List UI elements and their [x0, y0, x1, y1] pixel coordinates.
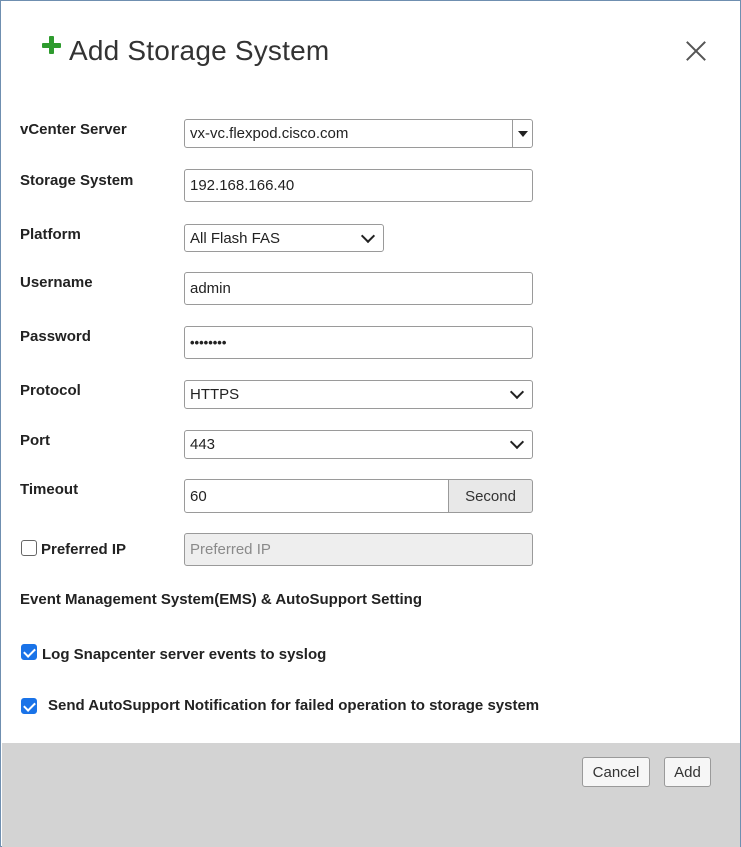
cancel-button[interactable]: Cancel: [582, 757, 650, 787]
password-value: ••••••••: [190, 335, 227, 350]
preferred-ip-checkbox[interactable]: [21, 540, 37, 556]
dialog-title: Add Storage System: [69, 35, 330, 66]
preferred-ip-input[interactable]: Preferred IP: [184, 533, 533, 566]
port-label: Port: [20, 432, 50, 449]
vcenter-server-select[interactable]: vx-vc.flexpod.cisco.com: [184, 119, 533, 148]
timeout-unit-addon: Second: [448, 479, 533, 513]
password-input[interactable]: ••••••••: [184, 326, 533, 359]
log-syslog-checkbox[interactable]: [21, 644, 37, 660]
chevron-down-icon: [509, 384, 525, 400]
storage-system-input[interactable]: 192.168.166.40: [184, 169, 533, 202]
port-value: 443: [190, 436, 216, 453]
username-label: Username: [20, 274, 93, 291]
storage-system-value: 192.168.166.40: [190, 177, 295, 194]
vcenter-server-label: vCenter Server: [20, 121, 127, 138]
password-label: Password: [20, 328, 91, 345]
username-input[interactable]: admin: [184, 272, 533, 305]
add-button[interactable]: Add: [664, 757, 711, 787]
preferred-ip-placeholder: Preferred IP: [190, 541, 271, 558]
autosupport-label: Send AutoSupport Notification for failed…: [48, 697, 540, 714]
preferred-ip-label: Preferred IP: [41, 541, 127, 558]
port-select[interactable]: 443: [184, 430, 533, 459]
protocol-label: Protocol: [20, 382, 81, 399]
caret-down-icon[interactable]: [512, 120, 532, 147]
platform-value: All Flash FAS: [190, 229, 281, 247]
protocol-select[interactable]: HTTPS: [184, 380, 533, 409]
vcenter-server-value: vx-vc.flexpod.cisco.com: [190, 125, 349, 142]
add-storage-system-dialog: Add Storage System vCenter Server vx-vc.…: [0, 0, 741, 847]
timeout-value: 60: [190, 487, 207, 505]
protocol-value: HTTPS: [190, 386, 240, 403]
plus-icon: [41, 35, 63, 57]
platform-select[interactable]: All Flash FAS: [184, 224, 384, 252]
timeout-label: Timeout: [20, 481, 79, 498]
dialog-header: Add Storage System: [41, 31, 329, 71]
ems-heading: Event Management System(EMS) & AutoSuppo…: [20, 591, 422, 608]
storage-system-label: Storage System: [20, 172, 134, 189]
username-value: admin: [190, 280, 231, 297]
timeout-input[interactable]: 60: [184, 479, 449, 513]
chevron-down-icon: [360, 228, 376, 243]
close-icon[interactable]: [684, 39, 708, 63]
chevron-down-icon: [509, 434, 525, 450]
platform-label: Platform: [20, 226, 81, 243]
autosupport-checkbox[interactable]: [21, 698, 37, 714]
log-syslog-label: Log Snapcenter server events to syslog: [42, 646, 327, 663]
